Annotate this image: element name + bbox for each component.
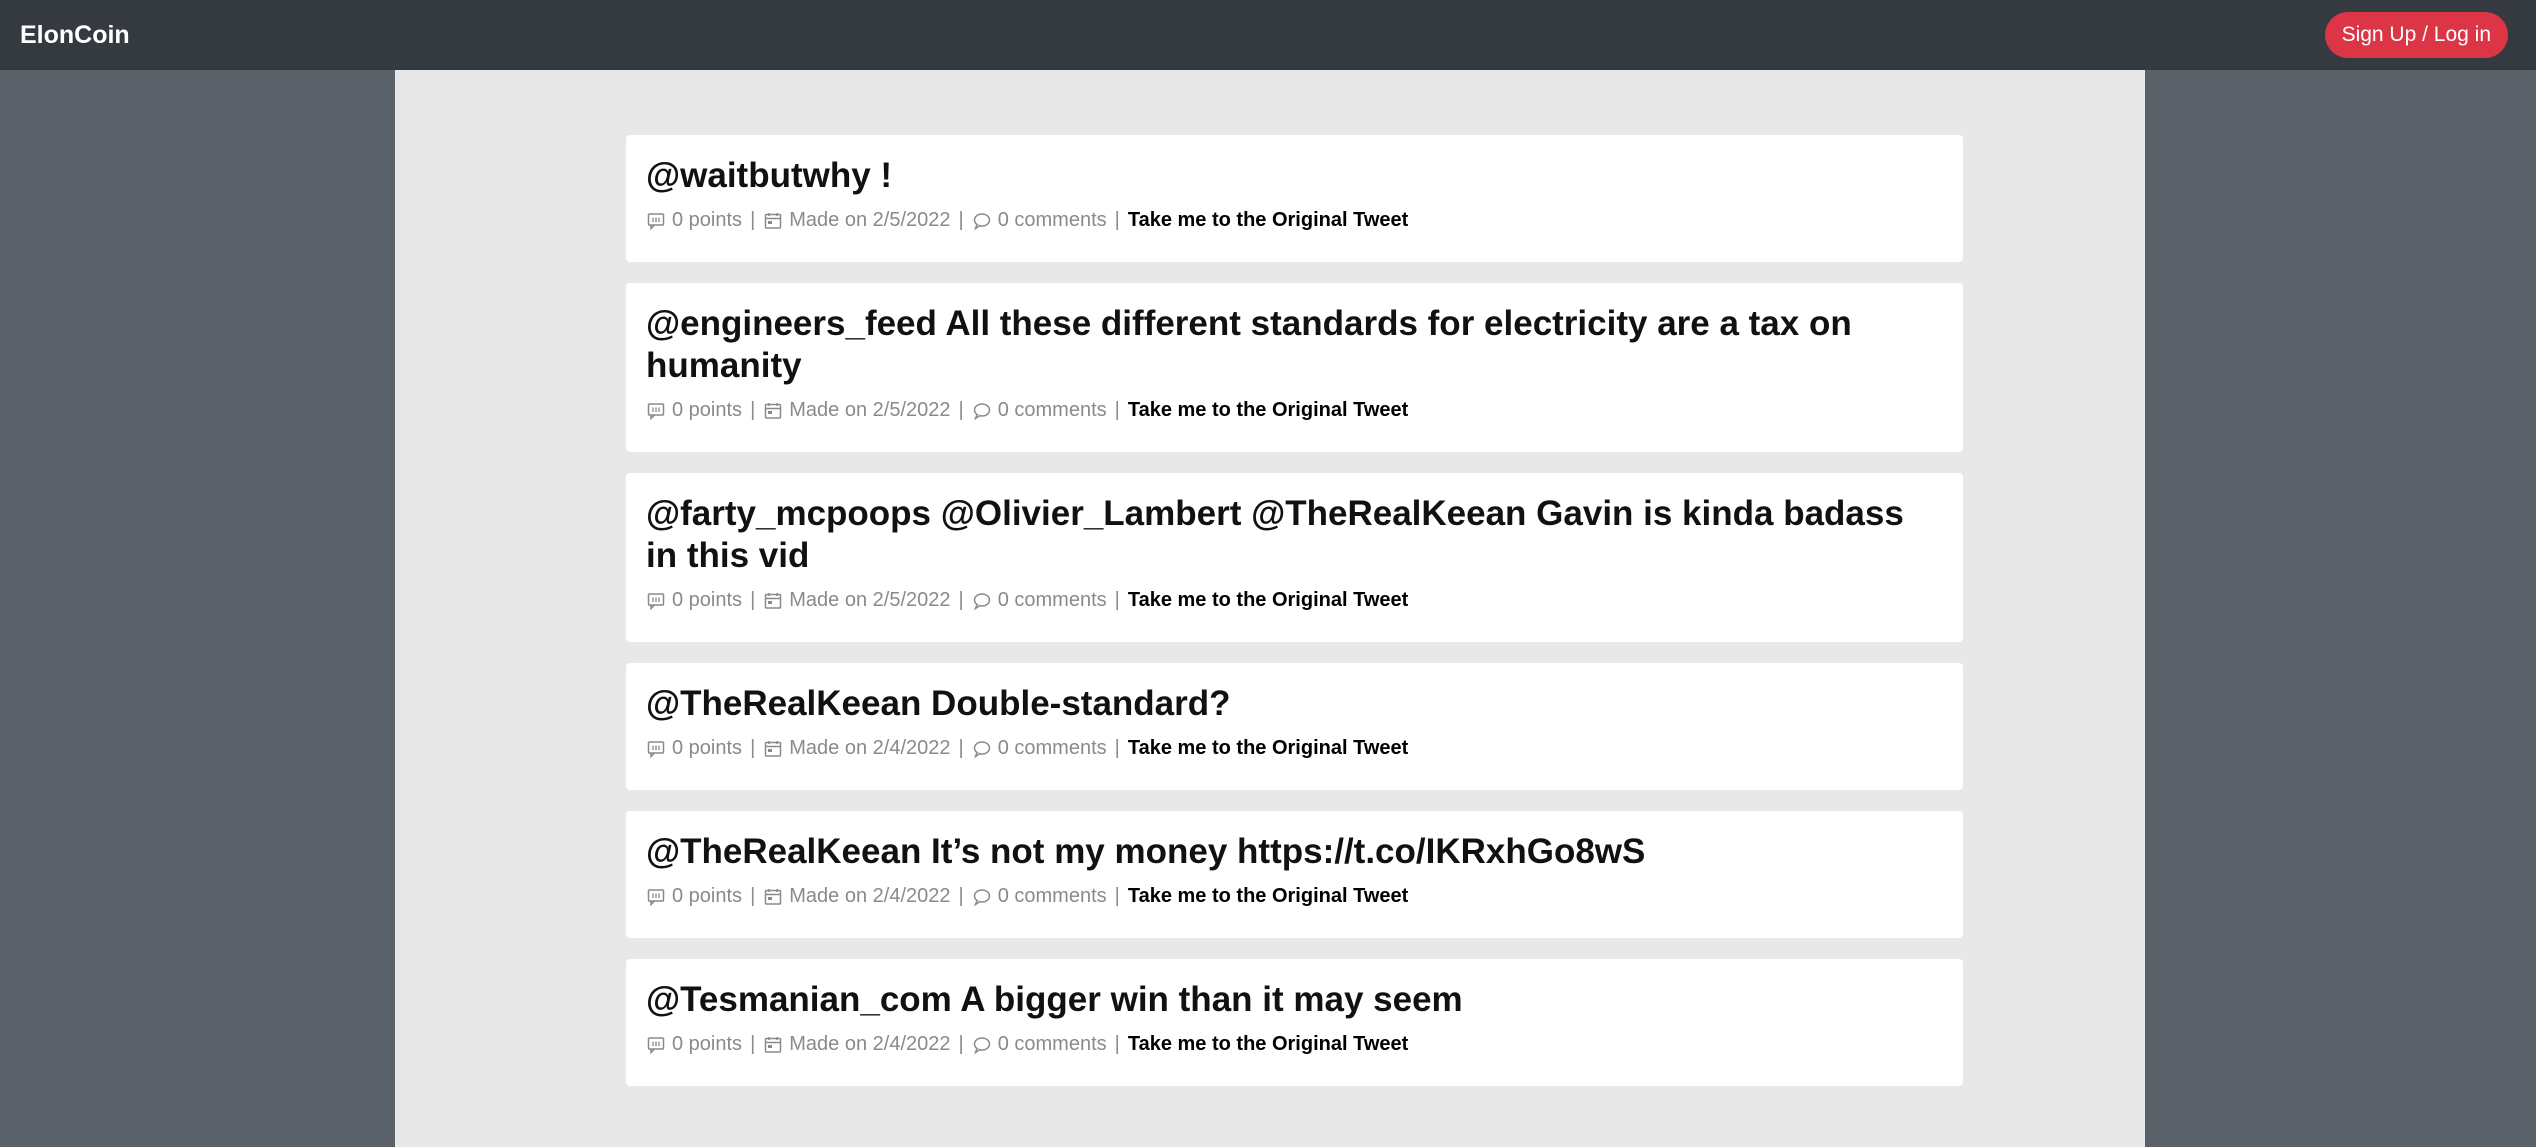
- separator: |: [1114, 589, 1120, 611]
- original-tweet-link[interactable]: Take me to the Original Tweet: [1128, 209, 1408, 232]
- post-title[interactable]: @Tesmanian_com A bigger win than it may …: [646, 979, 1943, 1021]
- post-comments[interactable]: 0 comments: [998, 737, 1107, 760]
- speech-bubble-icon: [972, 1035, 992, 1055]
- post-date: Made on 2/4/2022: [789, 1033, 951, 1055]
- calendar-icon: [763, 1035, 783, 1055]
- post-meta: 0 points | Made on 2/5/2022 | 0 comments…: [646, 399, 1943, 422]
- original-tweet-link[interactable]: Take me to the Original Tweet: [1128, 1033, 1408, 1056]
- separator: |: [958, 737, 964, 759]
- post-card: @farty_mcpoops @Olivier_Lambert @TheReal…: [626, 473, 1963, 642]
- original-tweet-link[interactable]: Take me to the Original Tweet: [1128, 589, 1408, 612]
- calendar-icon: [763, 591, 783, 611]
- post-comments[interactable]: 0 comments: [998, 399, 1107, 422]
- post-card: @Tesmanian_com A bigger win than it may …: [626, 959, 1963, 1086]
- speech-bubble-icon: [972, 211, 992, 231]
- post-comments[interactable]: 0 comments: [998, 1033, 1107, 1056]
- brand-logo[interactable]: ElonCoin: [20, 21, 130, 50]
- post-date: Made on 2/5/2022: [789, 589, 951, 611]
- post-points: 0 points: [672, 885, 743, 907]
- speech-bubble-icon: [972, 591, 992, 611]
- separator: |: [750, 209, 756, 231]
- post-date: Made on 2/4/2022: [789, 737, 951, 759]
- post-card: @waitbutwhy ! 0 points | Made on 2/5/202…: [626, 135, 1963, 262]
- original-tweet-link[interactable]: Take me to the Original Tweet: [1128, 399, 1408, 422]
- separator: |: [1114, 1033, 1120, 1055]
- post-date: Made on 2/5/2022: [789, 399, 951, 421]
- separator: |: [958, 589, 964, 611]
- post-title[interactable]: @waitbutwhy !: [646, 155, 1943, 197]
- post-meta: 0 points | Made on 2/4/2022 | 0 comments…: [646, 1033, 1943, 1056]
- speech-bubble-icon: [972, 887, 992, 907]
- post-card: @TheRealKeean It’s not my money https://…: [626, 811, 1963, 938]
- top-navbar: ElonCoin Sign Up / Log in: [0, 0, 2536, 70]
- separator: |: [750, 589, 756, 611]
- calendar-icon: [763, 887, 783, 907]
- chat-square-icon: [646, 591, 666, 611]
- original-tweet-link[interactable]: Take me to the Original Tweet: [1128, 885, 1408, 908]
- post-title[interactable]: @TheRealKeean Double-standard?: [646, 683, 1943, 725]
- speech-bubble-icon: [972, 739, 992, 759]
- separator: |: [1114, 737, 1120, 759]
- post-date: Made on 2/5/2022: [789, 209, 951, 231]
- calendar-icon: [763, 211, 783, 231]
- post-comments[interactable]: 0 comments: [998, 885, 1107, 908]
- separator: |: [750, 885, 756, 907]
- post-points: 0 points: [672, 399, 743, 421]
- post-title[interactable]: @engineers_feed All these different stan…: [646, 303, 1943, 387]
- post-date: Made on 2/4/2022: [789, 885, 951, 907]
- post-card: @engineers_feed All these different stan…: [626, 283, 1963, 452]
- chat-square-icon: [646, 401, 666, 421]
- calendar-icon: [763, 401, 783, 421]
- chat-square-icon: [646, 211, 666, 231]
- separator: |: [1114, 885, 1120, 907]
- separator: |: [750, 1033, 756, 1055]
- chat-square-icon: [646, 887, 666, 907]
- post-meta: 0 points | Made on 2/4/2022 | 0 comments…: [646, 737, 1943, 760]
- post-comments[interactable]: 0 comments: [998, 589, 1107, 612]
- post-meta: 0 points | Made on 2/4/2022 | 0 comments…: [646, 885, 1943, 908]
- post-title[interactable]: @TheRealKeean It’s not my money https://…: [646, 831, 1943, 873]
- separator: |: [958, 399, 964, 421]
- post-feed: @waitbutwhy ! 0 points | Made on 2/5/202…: [626, 135, 1963, 1107]
- separator: |: [750, 399, 756, 421]
- chat-square-icon: [646, 1035, 666, 1055]
- calendar-icon: [763, 739, 783, 759]
- chat-square-icon: [646, 739, 666, 759]
- post-meta: 0 points | Made on 2/5/2022 | 0 comments…: [646, 589, 1943, 612]
- post-comments[interactable]: 0 comments: [998, 209, 1107, 232]
- signup-login-button[interactable]: Sign Up / Log in: [2324, 12, 2508, 58]
- post-points: 0 points: [672, 737, 743, 759]
- post-card: @TheRealKeean Double-standard? 0 points …: [626, 663, 1963, 790]
- separator: |: [958, 1033, 964, 1055]
- post-title[interactable]: @farty_mcpoops @Olivier_Lambert @TheReal…: [646, 493, 1943, 577]
- post-meta: 0 points | Made on 2/5/2022 | 0 comments…: [646, 209, 1943, 232]
- separator: |: [958, 209, 964, 231]
- post-points: 0 points: [672, 1033, 743, 1055]
- post-points: 0 points: [672, 209, 743, 231]
- post-points: 0 points: [672, 589, 743, 611]
- separator: |: [1114, 399, 1120, 421]
- separator: |: [1114, 209, 1120, 231]
- separator: |: [750, 737, 756, 759]
- original-tweet-link[interactable]: Take me to the Original Tweet: [1128, 737, 1408, 760]
- separator: |: [958, 885, 964, 907]
- speech-bubble-icon: [972, 401, 992, 421]
